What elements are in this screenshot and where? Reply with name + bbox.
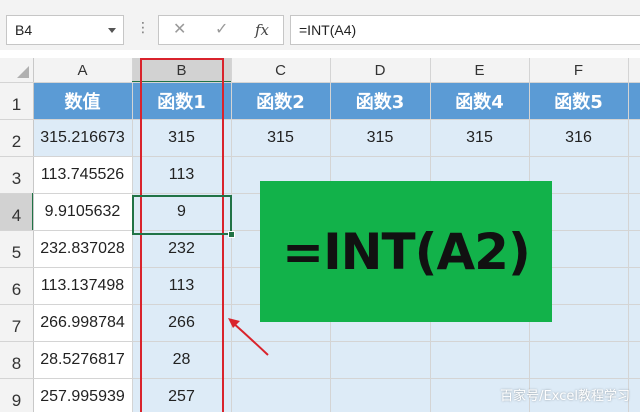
column-header-f[interactable]: F: [529, 58, 628, 82]
table-cell[interactable]: 316: [529, 119, 628, 156]
row-header-4[interactable]: 4: [0, 197, 33, 234]
formula-callout-text: =INT(A2): [282, 222, 531, 281]
formula-callout: =INT(A2): [260, 181, 552, 322]
table-header-cell[interactable]: 函数2: [231, 82, 330, 119]
insert-function-icon[interactable]: fx: [255, 20, 269, 40]
table-cell[interactable]: 113.137498: [33, 267, 132, 304]
more-options-icon[interactable]: ⋮: [136, 20, 150, 34]
name-box[interactable]: B4: [6, 15, 124, 45]
table-cell[interactable]: 232.837028: [33, 230, 132, 267]
fill-handle[interactable]: [228, 231, 235, 238]
name-box-value: B4: [15, 22, 33, 38]
selected-cell-b4[interactable]: [132, 195, 232, 235]
row-header-6[interactable]: 6: [0, 271, 33, 308]
row-header-2[interactable]: 2: [0, 123, 33, 160]
spreadsheet-grid[interactable]: A B C D E F 1 2 3 4 5 6 7 8 9 数值 函数1 函数2 函数3 函数4 函数5 315.2166…: [0, 58, 640, 412]
column-b-highlight-box: [140, 58, 224, 412]
table-header-cell[interactable]: 函数4: [430, 82, 529, 119]
row-header-9[interactable]: 9: [0, 382, 33, 412]
table-header-cell[interactable]: 数值: [33, 82, 132, 119]
row-header-7[interactable]: 7: [0, 308, 33, 345]
red-arrow-icon: [228, 318, 269, 356]
row-header-1[interactable]: 1: [0, 86, 33, 123]
table-cell[interactable]: 9.9105632: [33, 193, 132, 230]
table-cell[interactable]: 28.5276817: [33, 341, 132, 378]
formula-bar: B4 ⋮ ✕ ✓ fx =INT(A4): [0, 0, 640, 50]
column-header-d[interactable]: D: [330, 58, 430, 82]
table-cell[interactable]: 315: [430, 119, 529, 156]
formula-buttons: ✕ ✓ fx: [158, 15, 284, 45]
table-cell[interactable]: 257.995939: [33, 378, 132, 412]
row-header-3[interactable]: 3: [0, 160, 33, 197]
table-cell[interactable]: 315: [330, 119, 430, 156]
cancel-icon[interactable]: ✕: [173, 20, 186, 40]
column-header-e[interactable]: E: [430, 58, 529, 82]
formula-input[interactable]: =INT(A4): [290, 15, 640, 45]
column-header-c[interactable]: C: [231, 58, 330, 82]
chevron-down-icon[interactable]: [108, 28, 116, 33]
table-cell[interactable]: 315.216673: [33, 119, 132, 156]
row-header-5[interactable]: 5: [0, 234, 33, 271]
table-cell[interactable]: 266.998784: [33, 304, 132, 341]
check-icon[interactable]: ✓: [215, 20, 228, 40]
formula-text: =INT(A4): [299, 22, 357, 38]
table-header-cell[interactable]: 函数3: [330, 82, 430, 119]
table-cell[interactable]: 315: [231, 119, 330, 156]
row-header-8[interactable]: 8: [0, 345, 33, 382]
column-header-a[interactable]: A: [33, 58, 132, 82]
table-header-cell[interactable]: 函数5: [529, 82, 628, 119]
table-cell[interactable]: 113.745526: [33, 156, 132, 193]
watermark: 百家号/Excel教程学习: [500, 389, 630, 404]
